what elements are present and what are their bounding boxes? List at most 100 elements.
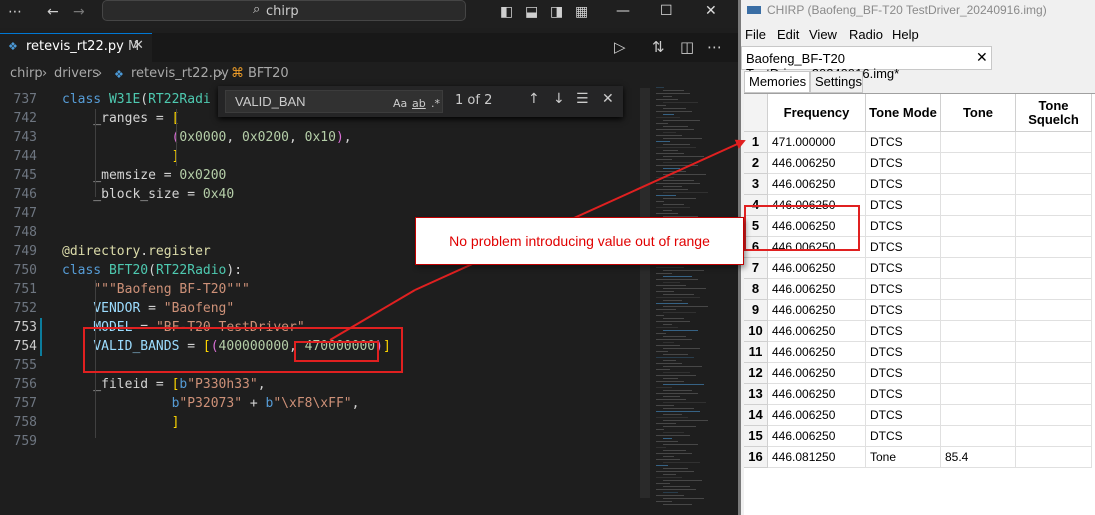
frequency-cell[interactable]: 471.000000 <box>768 132 866 153</box>
row-header[interactable]: 12 <box>744 363 768 384</box>
file-tab[interactable]: Baofeng_BF-T20 TestDriver_20240916.img* … <box>741 46 992 81</box>
frequency-cell[interactable]: 446.081250 <box>768 447 866 468</box>
row-header[interactable]: 15 <box>744 426 768 447</box>
tone-mode-cell[interactable]: DTCS <box>866 132 941 153</box>
tone-mode-cell[interactable]: DTCS <box>866 195 941 216</box>
tone-cell[interactable]: 85.4 <box>941 447 1016 468</box>
more-actions-icon[interactable]: ⋯ <box>707 38 722 56</box>
close-tab-icon[interactable]: ✕ <box>133 38 144 53</box>
minimap[interactable] <box>650 87 728 515</box>
maximize-button[interactable]: ☐ <box>660 3 673 19</box>
tone-squelch-cell[interactable] <box>1016 426 1092 447</box>
tone-mode-cell[interactable]: DTCS <box>866 174 941 195</box>
row-header[interactable]: 3 <box>744 174 768 195</box>
tone-squelch-cell[interactable] <box>1016 342 1092 363</box>
tone-mode-cell[interactable]: DTCS <box>866 237 941 258</box>
menu-help[interactable]: Help <box>892 27 919 42</box>
match-whole-word-toggle[interactable]: ab <box>412 97 426 110</box>
previous-match-icon[interactable]: ↑ <box>528 91 540 107</box>
forward-arrow-icon[interactable]: → <box>73 4 85 20</box>
tone-squelch-cell[interactable] <box>1016 384 1092 405</box>
close-tab-icon[interactable]: ✕ <box>976 49 988 66</box>
split-editor-icon[interactable]: ◫ <box>680 38 694 56</box>
run-icon[interactable]: ▷ <box>614 38 626 56</box>
tone-squelch-cell[interactable] <box>1016 363 1092 384</box>
row-header[interactable]: 2 <box>744 153 768 174</box>
row-header[interactable]: 7 <box>744 258 768 279</box>
compare-icon[interactable]: ⇅ <box>652 38 665 56</box>
match-case-toggle[interactable]: Aa <box>393 97 407 110</box>
editor-scrollbar[interactable] <box>640 88 650 498</box>
breadcrumb-item[interactable]: drivers <box>54 66 99 81</box>
frequency-cell[interactable]: 446.006250 <box>768 405 866 426</box>
tone-squelch-cell[interactable] <box>1016 174 1092 195</box>
tone-mode-cell[interactable]: DTCS <box>866 258 941 279</box>
tone-mode-cell[interactable]: DTCS <box>866 300 941 321</box>
toggle-sidebar-icon[interactable]: ◧ <box>500 4 513 20</box>
tone-squelch-cell[interactable] <box>1016 195 1092 216</box>
tone-squelch-cell[interactable] <box>1016 216 1092 237</box>
tab-memories[interactable]: Memories <box>744 71 810 93</box>
tone-cell[interactable] <box>941 153 1016 174</box>
next-match-icon[interactable]: ↓ <box>553 91 565 107</box>
tone-cell[interactable] <box>941 195 1016 216</box>
frequency-cell[interactable]: 446.006250 <box>768 384 866 405</box>
row-header[interactable]: 11 <box>744 342 768 363</box>
tone-cell[interactable] <box>941 216 1016 237</box>
menu-file[interactable]: File <box>745 27 766 42</box>
frequency-cell[interactable]: 446.006250 <box>768 321 866 342</box>
tone-mode-cell[interactable]: DTCS <box>866 216 941 237</box>
tone-cell[interactable] <box>941 279 1016 300</box>
tone-squelch-cell[interactable] <box>1016 300 1092 321</box>
row-header[interactable]: 13 <box>744 384 768 405</box>
row-header[interactable]: 1 <box>744 132 768 153</box>
row-header[interactable]: 16 <box>744 447 768 468</box>
tone-squelch-cell[interactable] <box>1016 405 1092 426</box>
layout-icon[interactable]: ▦ <box>575 4 588 20</box>
breadcrumb-item[interactable]: chirp <box>10 66 43 81</box>
close-window-button[interactable]: ✕ <box>705 3 717 19</box>
column-header-frequency[interactable]: Frequency <box>768 94 866 132</box>
frequency-cell[interactable]: 446.006250 <box>768 153 866 174</box>
row-header[interactable]: 14 <box>744 405 768 426</box>
tone-mode-cell[interactable]: DTCS <box>866 426 941 447</box>
tone-cell[interactable] <box>941 321 1016 342</box>
tone-squelch-cell[interactable] <box>1016 447 1092 468</box>
tone-cell[interactable] <box>941 426 1016 447</box>
tone-mode-cell[interactable]: Tone <box>866 447 941 468</box>
frequency-cell[interactable]: 446.006250 <box>768 174 866 195</box>
tone-squelch-cell[interactable] <box>1016 153 1092 174</box>
find-in-selection-icon[interactable]: ☰ <box>576 91 589 107</box>
frequency-cell[interactable]: 446.006250 <box>768 300 866 321</box>
tone-squelch-cell[interactable] <box>1016 321 1092 342</box>
tone-squelch-cell[interactable] <box>1016 258 1092 279</box>
breadcrumb-item[interactable]: retevis_rt22.py <box>131 66 229 81</box>
tab-settings[interactable]: Settings <box>810 71 863 93</box>
tone-cell[interactable] <box>941 237 1016 258</box>
column-header-tone-squelch[interactable]: Tone Squelch <box>1016 94 1092 132</box>
row-header[interactable]: 10 <box>744 321 768 342</box>
frequency-cell[interactable]: 446.006250 <box>768 258 866 279</box>
tone-mode-cell[interactable]: DTCS <box>866 405 941 426</box>
tone-cell[interactable] <box>941 405 1016 426</box>
column-header-tone-mode[interactable]: Tone Mode <box>866 94 941 132</box>
regex-toggle[interactable]: .* <box>431 97 440 110</box>
tone-squelch-cell[interactable] <box>1016 279 1092 300</box>
tone-cell[interactable] <box>941 258 1016 279</box>
frequency-cell[interactable]: 446.006250 <box>768 279 866 300</box>
tone-mode-cell[interactable]: DTCS <box>866 384 941 405</box>
tone-cell[interactable] <box>941 132 1016 153</box>
menu-view[interactable]: View <box>809 27 837 42</box>
tone-cell[interactable] <box>941 363 1016 384</box>
frequency-cell[interactable]: 446.006250 <box>768 426 866 447</box>
command-center[interactable]: ⌕ chirp <box>102 0 466 21</box>
toggle-panel-icon[interactable]: ⬓ <box>525 4 538 20</box>
close-find-icon[interactable]: ✕ <box>602 91 614 107</box>
menu-icon[interactable]: ⋯ <box>8 4 22 20</box>
breadcrumb-item[interactable]: BFT20 <box>248 66 289 81</box>
toggle-secondary-sidebar-icon[interactable]: ◨ <box>550 4 563 20</box>
minimize-button[interactable]: — <box>616 3 630 19</box>
tone-cell[interactable] <box>941 342 1016 363</box>
tone-mode-cell[interactable]: DTCS <box>866 321 941 342</box>
tone-mode-cell[interactable]: DTCS <box>866 153 941 174</box>
